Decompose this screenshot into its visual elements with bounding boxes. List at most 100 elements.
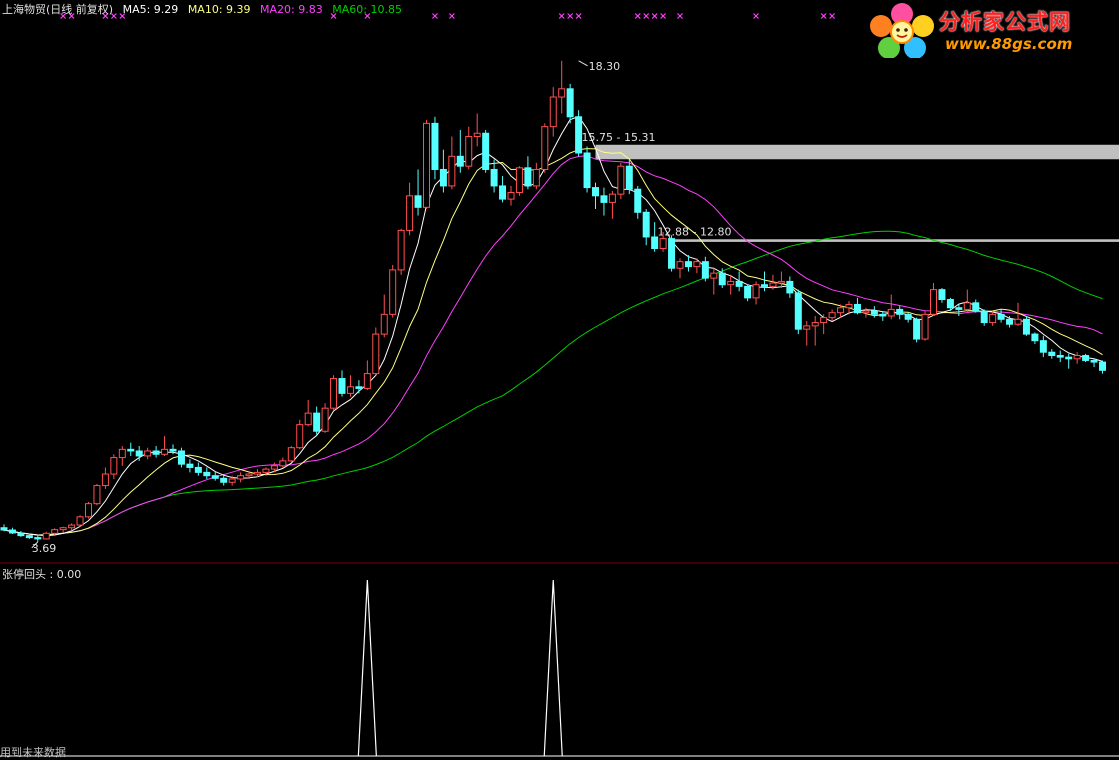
candle-body	[1083, 356, 1089, 361]
candle-body	[897, 309, 903, 314]
candle-body	[660, 239, 666, 249]
signal-marker	[432, 14, 437, 19]
candle-body	[525, 168, 531, 186]
candle-body	[111, 458, 117, 474]
candle-body	[221, 478, 227, 482]
candle-body	[795, 293, 801, 329]
signal-marker	[559, 14, 564, 19]
candle-body	[1040, 341, 1046, 353]
candle-body	[212, 476, 218, 479]
candle-body	[52, 530, 58, 534]
signal-marker	[754, 14, 759, 19]
candle-body	[466, 137, 472, 167]
signal-marker	[652, 14, 657, 19]
candle-body	[86, 504, 92, 517]
candle-body	[162, 449, 168, 454]
ma60-line	[4, 231, 1103, 535]
candle-body	[635, 189, 641, 212]
candle-body	[145, 451, 151, 456]
candle-body	[939, 290, 945, 300]
candle-body	[297, 425, 303, 448]
candle-body	[956, 308, 962, 310]
ma20-label: MA20: 9.83	[260, 3, 323, 16]
signal-marker	[568, 14, 573, 19]
candle-body	[255, 472, 261, 474]
candle-body	[271, 466, 277, 469]
candle-body	[609, 194, 615, 202]
candle-body	[43, 533, 49, 539]
candle-body	[643, 212, 649, 237]
candle-body	[440, 169, 446, 185]
candle-body	[804, 326, 810, 329]
candle-body	[449, 156, 455, 186]
logo-url: www.88gs.com	[945, 35, 1072, 53]
candle-body	[762, 285, 768, 287]
logo-title: 分析家公式网	[939, 6, 1071, 36]
candle-body	[178, 451, 184, 464]
flower-logo-icon	[867, 2, 937, 58]
candle-body	[26, 536, 32, 538]
candle-body	[381, 314, 387, 334]
candle-body	[305, 413, 311, 425]
candle-body	[474, 133, 480, 136]
candle-body	[119, 449, 125, 457]
candle-body	[677, 262, 683, 269]
price-chart[interactable]: 15.75 - 15.3112.88 - 12.8018.303.69	[0, 0, 1119, 758]
candle-body	[694, 262, 700, 267]
candle-body	[753, 285, 759, 298]
candle-body	[288, 448, 294, 461]
candle-body	[711, 273, 717, 278]
candle-body	[854, 304, 860, 312]
signal-marker	[830, 14, 835, 19]
candle-body	[69, 525, 75, 528]
candle-body	[204, 472, 210, 475]
candle-body	[457, 156, 463, 166]
candle-body	[728, 281, 734, 284]
candle-body	[491, 169, 497, 185]
candle-body	[559, 89, 565, 97]
candle-body	[331, 379, 337, 409]
candle-body	[601, 196, 607, 203]
candle-body	[745, 286, 751, 298]
ma10-label: MA10: 9.39	[188, 3, 251, 16]
candle-body	[128, 449, 134, 451]
candle-body	[1091, 360, 1097, 362]
candle-body	[593, 188, 599, 196]
signal-marker	[635, 14, 640, 19]
candle-body	[998, 314, 1004, 319]
ma20-line	[4, 156, 1103, 535]
signal-marker	[576, 14, 581, 19]
candle-body	[533, 169, 539, 185]
candle-body	[516, 168, 522, 193]
candle-body	[390, 270, 396, 314]
stock-title: 上海物贸(日线 前复权)	[2, 3, 113, 16]
candle-body	[981, 311, 987, 323]
candle-body	[778, 281, 784, 283]
candle-body	[136, 451, 142, 456]
candle-body	[685, 262, 691, 267]
candle-body	[567, 89, 573, 117]
candle-body	[432, 123, 438, 169]
signal-marker	[661, 14, 666, 19]
candle-body	[1023, 319, 1029, 334]
candle-body	[246, 474, 252, 476]
candle-body	[364, 374, 370, 389]
candle-body	[584, 153, 590, 188]
candle-body	[339, 379, 345, 394]
candle-body	[508, 193, 514, 200]
candle-body	[702, 262, 708, 278]
candle-body	[1, 528, 7, 530]
candle-body	[931, 290, 937, 315]
ma60-label: MA60: 10.85	[332, 3, 402, 16]
candle-body	[1066, 357, 1072, 359]
candle-body	[914, 319, 920, 339]
candle-body	[905, 314, 911, 319]
candle-body	[542, 127, 548, 170]
candle-body	[424, 123, 430, 207]
candle-body	[398, 230, 404, 270]
resistance-zone-2	[672, 239, 1119, 242]
indicator-spike	[544, 580, 562, 756]
candle-body	[736, 281, 742, 286]
indicator-label: 张停回头 : 0.00	[2, 566, 81, 582]
candle-body	[407, 196, 413, 231]
